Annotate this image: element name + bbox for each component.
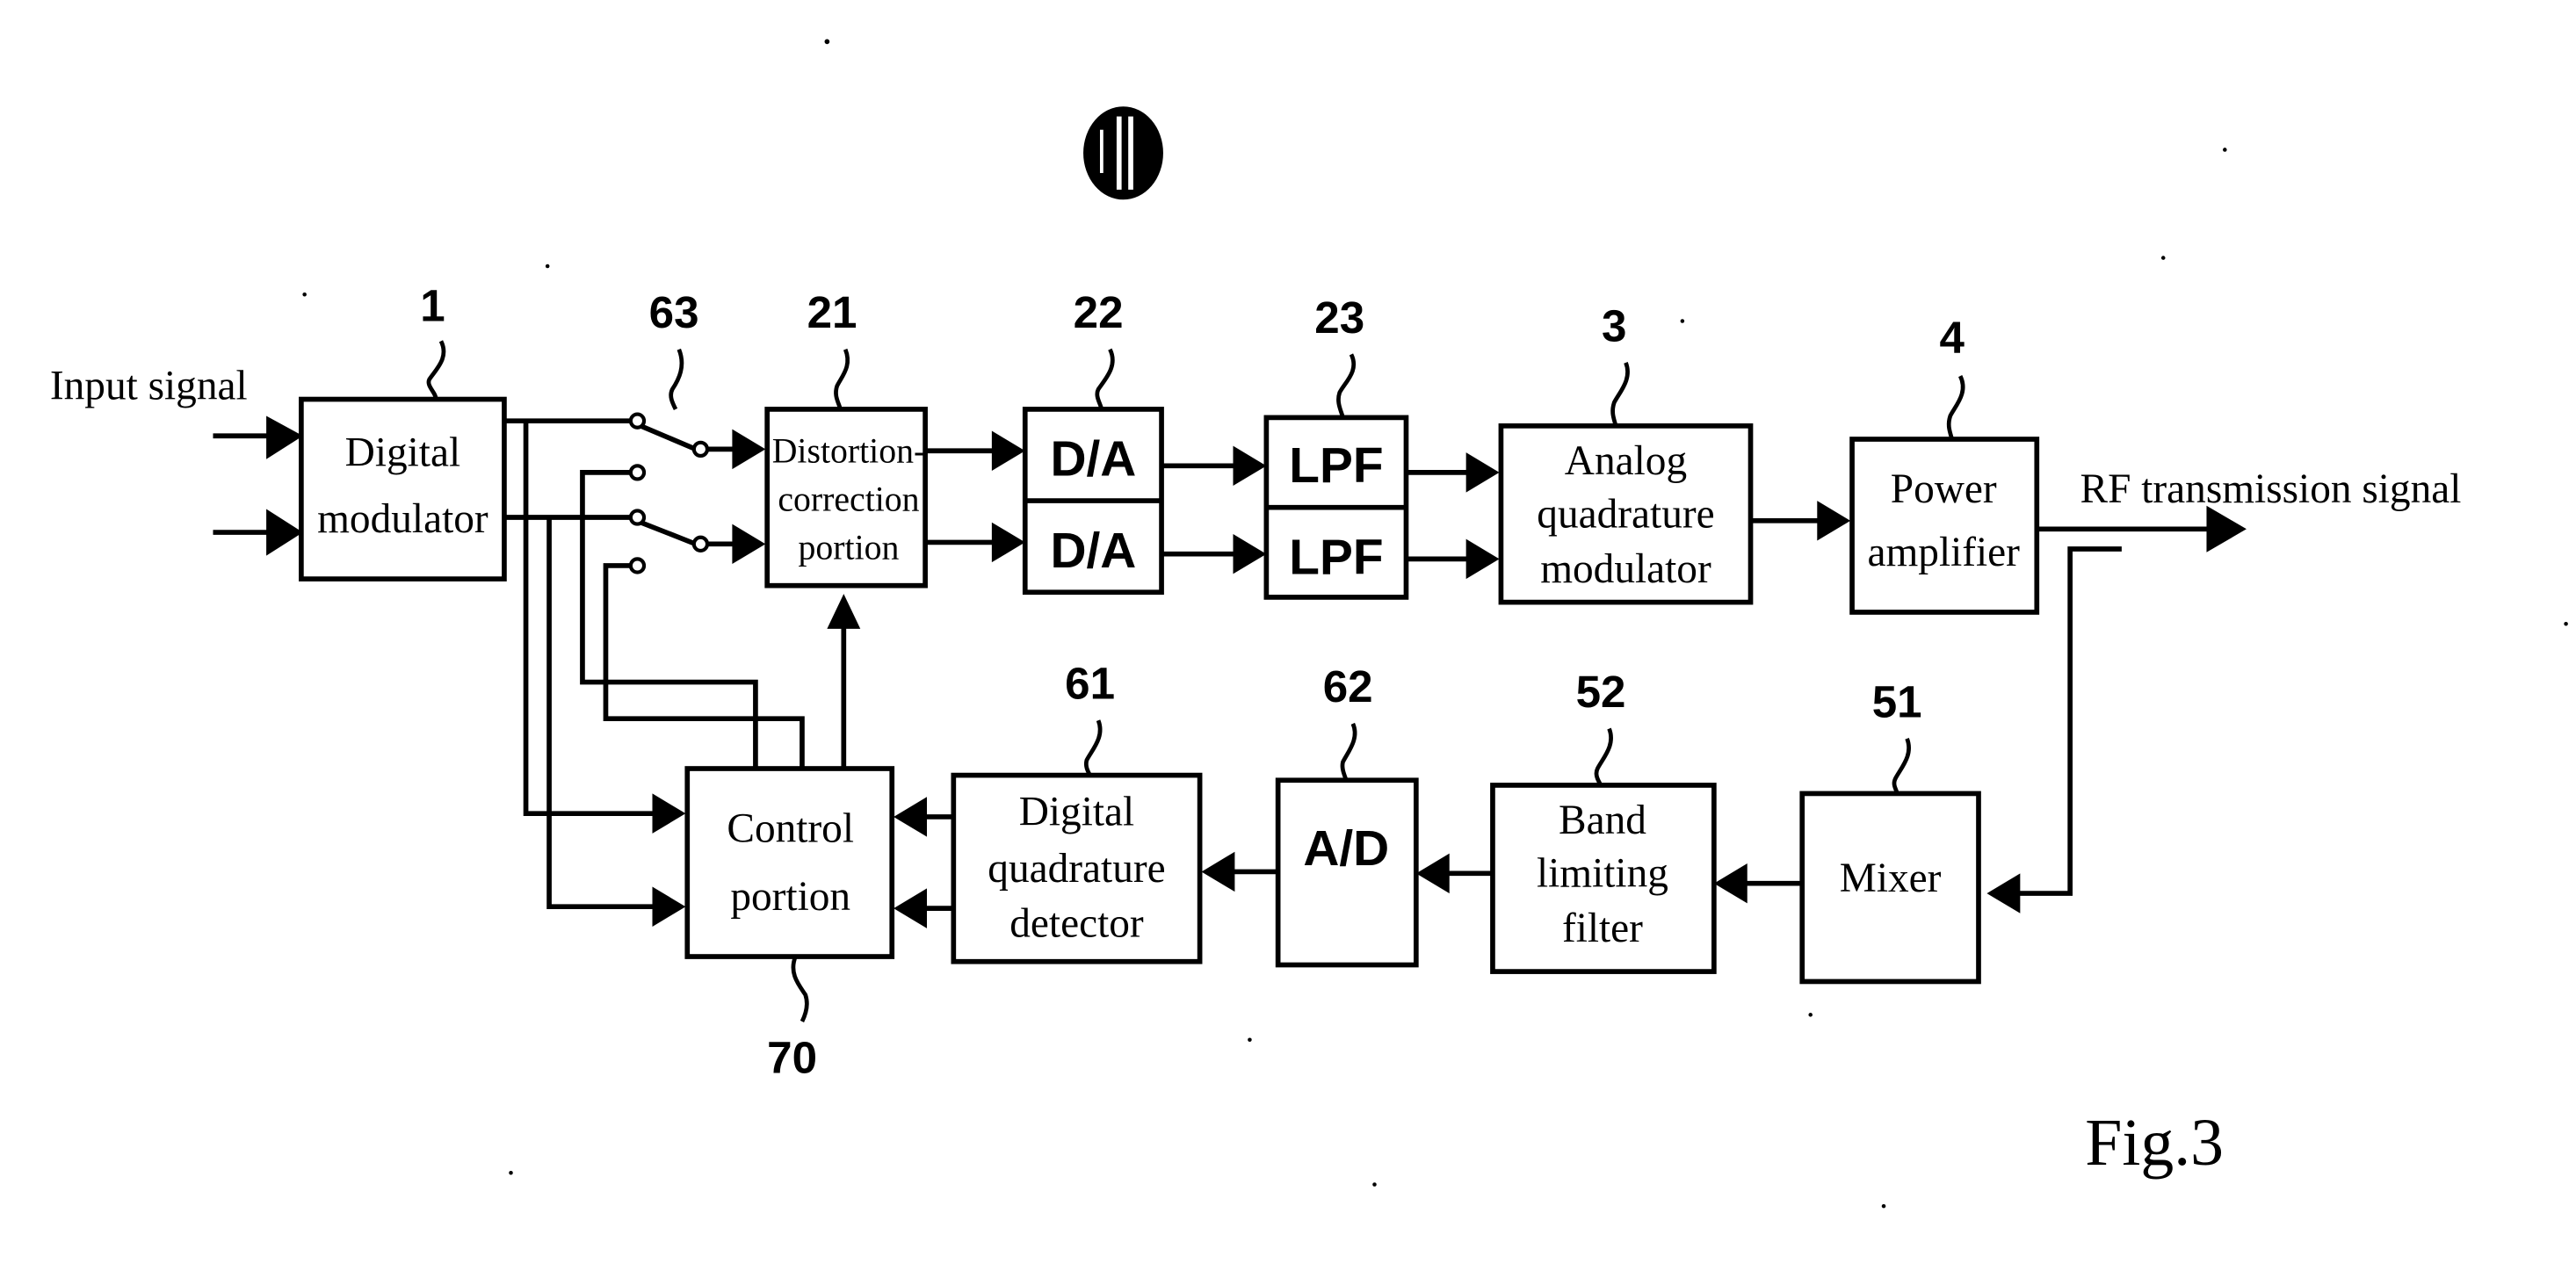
leader-62 [1340,722,1357,782]
ref-3: 3 [1602,300,1626,350]
leader-22 [1095,348,1115,410]
ad-label: A/D [1303,821,1389,877]
figure-label: Fig.3 [2085,1106,2224,1180]
modulator-to-control-arrows [652,793,686,927]
leader-23 [1336,353,1357,419]
aqm-line2: quadrature [1537,491,1714,537]
analog-quadrature-modulator-block: Analog quadrature modulator [1498,423,1754,605]
mixer-block: Mixer [1799,791,1981,985]
power-amplifier-block: Power amplifier [1849,437,2040,615]
input-arrow-i [213,415,303,459]
rf-output-label: RF transmission signal [2080,466,2462,512]
input-signal-label: Input signal [50,364,248,409]
distortion-line2: correction [778,480,919,518]
ref-63: 63 [649,287,699,337]
leader-61 [1083,719,1103,776]
lpf-label-2: LPF [1289,530,1383,585]
da-label-1: D/A [1050,432,1136,487]
dqd-line3: detector [1009,900,1144,946]
control-portion-block: Control portion [684,766,895,959]
aqm-line1: Analog [1565,438,1687,484]
lpf-to-aqm-arrows [1406,452,1500,580]
blf-line1: Band [1559,798,1646,843]
input-arrow-q [213,509,303,556]
blf-line3: filter [1562,906,1643,951]
dqd-line2: quadrature [988,846,1165,892]
digital-modulator-line2: modulator [317,496,488,542]
distortion-line3: portion [799,528,900,567]
registration-mark [1083,106,1163,200]
digital-modulator-line1: Digital [345,430,460,475]
blf-to-ad-arrow [1415,853,1493,894]
mixer-label: Mixer [1840,856,1942,901]
ref-22: 22 [1074,287,1124,337]
dqd-line1: Digital [1019,789,1134,834]
ref-70: 70 [767,1033,817,1083]
leader-1 [426,340,446,400]
band-limiting-filter-block: Band limiting filter [1490,783,1717,974]
ref-52: 52 [1576,667,1626,717]
control-line1: Control [727,805,854,851]
pa-line2: amplifier [1867,530,2020,575]
control-to-distortion-arrow [827,594,861,769]
rf-output-arrow [2037,505,2247,552]
control-line2: portion [730,874,850,920]
leader-21 [834,348,850,410]
leader-52 [1594,727,1613,787]
ref-62: 62 [1323,661,1373,711]
ref-61: 61 [1065,658,1115,708]
lpf-label-1: LPF [1289,438,1383,494]
distortion-correction-block: Distortion- correction portion [764,407,928,589]
aqm-line3: modulator [1540,546,1711,592]
mixer-to-blf-arrow [1713,863,1803,904]
dqd-to-control-arrows [894,797,954,928]
digital-modulator-block: Digital modulator [299,396,507,581]
distortion-line1: Distortion- [772,432,926,471]
ad-block: A/D [1275,777,1419,968]
da-block: D/A D/A [1022,407,1164,596]
ad-to-dqd-arrow [1201,851,1278,892]
ref-21: 21 [807,287,857,337]
ref-23: 23 [1314,292,1364,343]
pa-line1: Power [1891,466,1997,512]
leader-3 [1610,362,1630,427]
switch-63 [628,412,766,574]
da-label-2: D/A [1050,524,1136,579]
ref-51: 51 [1872,676,1922,726]
leader-70 [791,956,809,1022]
digital-quadrature-detector-block: Digital quadrature detector [951,772,1203,964]
blf-line2: limiting [1537,850,1668,896]
block-diagram: Input signal Digital modulator 1 63 Dist… [50,39,2568,1209]
aqm-to-pa-arrow [1750,501,1851,541]
dc-to-da-arrows [925,430,1025,563]
da-to-lpf-arrows [1161,445,1267,574]
leader-63 [669,348,684,410]
ref-4: 4 [1939,313,1965,363]
lpf-block: LPF LPF [1263,415,1409,600]
leader-4 [1946,374,1965,440]
leader-51 [1892,738,1911,794]
scan-speckles [302,39,2568,1209]
ref-1: 1 [420,281,445,331]
